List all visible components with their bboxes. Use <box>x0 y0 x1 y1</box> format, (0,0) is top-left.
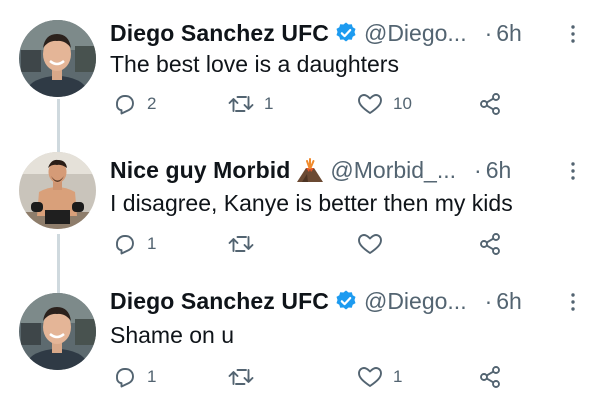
tweet-text: Shame on u <box>110 322 235 348</box>
retweet-button[interactable]: 1 <box>228 92 273 116</box>
verified-badge-icon <box>334 21 358 45</box>
tweet[interactable]: Diego Sanchez UFC @Diego... · 6h The bes… <box>0 0 600 140</box>
timestamp[interactable]: 6h <box>496 20 522 47</box>
reply-button[interactable]: 1 <box>113 232 156 256</box>
handle[interactable]: @Diego... <box>364 288 467 315</box>
heart-icon <box>358 94 382 114</box>
reply-count: 2 <box>147 94 157 113</box>
avatar[interactable] <box>19 152 96 229</box>
volcano-emoji-icon <box>296 157 324 183</box>
display-name[interactable]: Nice guy Morbid <box>110 157 290 184</box>
share-icon <box>480 93 500 115</box>
reply-count: 1 <box>147 367 157 386</box>
tweet[interactable]: Diego Sanchez UFC @Diego... · 6h Shame o… <box>0 278 600 409</box>
avatar[interactable] <box>19 293 96 370</box>
reply-count: 1 <box>147 234 157 253</box>
heart-icon <box>358 234 382 254</box>
tweet[interactable]: Nice guy Morbid @Morbid_... · 6h I disag… <box>0 140 600 278</box>
more-options-icon[interactable] <box>571 293 575 311</box>
retweet-icon <box>228 236 254 252</box>
more-options-icon[interactable] <box>571 162 575 180</box>
like-count: 10 <box>393 94 412 113</box>
tweet-actions: 2 1 10 <box>110 92 600 122</box>
timestamp[interactable]: 6h <box>496 288 522 315</box>
tweet-header: Nice guy Morbid @Morbid_... · 6h <box>110 153 600 187</box>
display-name[interactable]: Diego Sanchez UFC <box>110 288 329 315</box>
tweet-actions: 1 1 <box>110 365 600 395</box>
share-button[interactable] <box>478 92 502 116</box>
handle[interactable]: @Diego... <box>364 20 467 47</box>
tweet-header: Diego Sanchez UFC @Diego... · 6h <box>110 284 600 318</box>
share-button[interactable] <box>478 232 502 256</box>
reply-button[interactable]: 2 <box>113 92 156 116</box>
tweet-text: The best love is a daughters <box>110 51 399 77</box>
timestamp[interactable]: 6h <box>486 157 512 184</box>
display-name[interactable]: Diego Sanchez UFC <box>110 20 329 47</box>
avatar[interactable] <box>19 20 96 97</box>
retweet-button[interactable] <box>228 232 264 256</box>
reply-icon <box>116 368 134 388</box>
retweet-icon <box>228 369 254 385</box>
more-options-icon[interactable] <box>571 25 575 43</box>
share-button[interactable] <box>478 365 502 389</box>
retweet-button[interactable] <box>228 365 264 389</box>
reply-icon <box>116 95 134 115</box>
tweet-text: I disagree, Kanye is better then my kids <box>110 190 513 216</box>
reply-icon <box>116 235 134 255</box>
reply-button[interactable]: 1 <box>113 365 156 389</box>
share-icon <box>480 366 500 388</box>
tweet-actions: 1 <box>110 232 600 262</box>
like-button[interactable] <box>357 232 393 256</box>
separator-dot: · <box>474 156 482 183</box>
separator-dot: · <box>484 19 493 46</box>
separator-dot: · <box>484 287 493 314</box>
retweet-count: 1 <box>264 94 274 113</box>
like-count: 1 <box>393 367 403 386</box>
retweet-icon <box>228 96 254 112</box>
verified-badge-icon <box>334 289 358 313</box>
handle[interactable]: @Morbid_... <box>330 157 456 184</box>
like-button[interactable]: 10 <box>357 92 412 116</box>
like-button[interactable]: 1 <box>357 365 402 389</box>
tweet-header: Diego Sanchez UFC @Diego... · 6h <box>110 16 600 50</box>
heart-icon <box>358 367 382 387</box>
share-icon <box>480 233 500 255</box>
